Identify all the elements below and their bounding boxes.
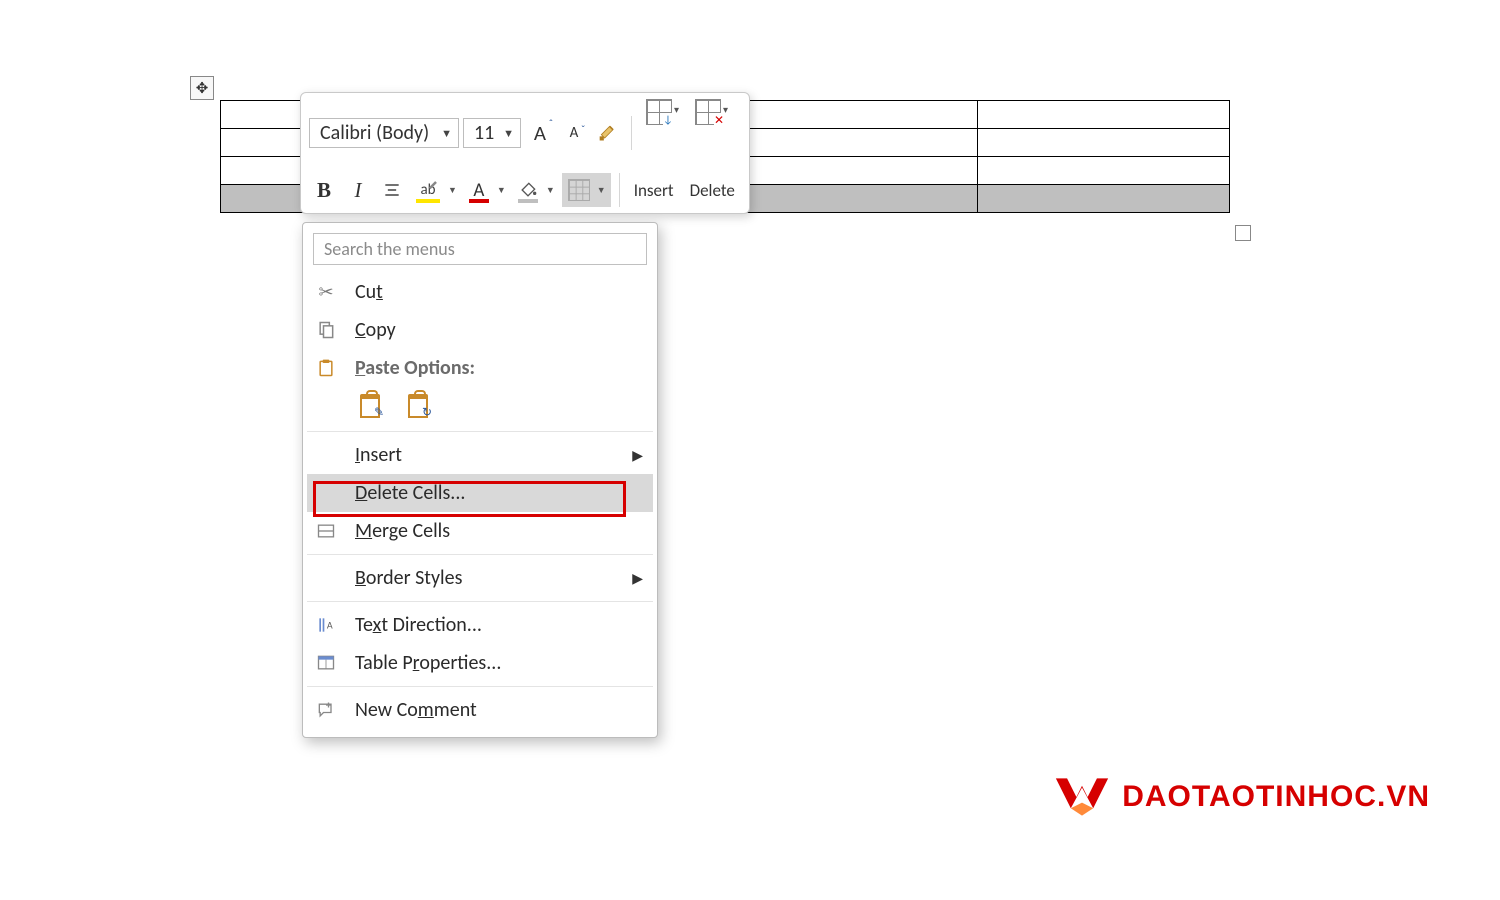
borders-icon <box>568 179 590 201</box>
menu-item-border-styles[interactable]: Border Styles ▶ <box>307 559 653 597</box>
menu-item-label: New Comment <box>355 698 643 722</box>
table-move-handle[interactable]: ✥ <box>190 76 214 100</box>
merge-cells-icon <box>311 521 341 541</box>
format-painter-button[interactable] <box>593 118 623 148</box>
menu-item-delete-cells[interactable]: Delete Cells... <box>307 474 653 512</box>
chevron-down-icon: ▼ <box>441 127 452 140</box>
bold-icon: B <box>317 178 331 203</box>
menu-item-table-properties[interactable]: Table Properties... <box>307 644 653 682</box>
watermark: DAOTAOTINHOC.VN <box>1054 774 1430 820</box>
copy-icon <box>311 320 341 340</box>
paste-icon <box>311 358 341 378</box>
shrink-font-icon: A <box>570 124 579 142</box>
font-size-value: 11 <box>474 121 494 145</box>
menu-item-cut[interactable]: ✂ Cut <box>307 273 653 311</box>
menu-item-label: Cut <box>355 280 643 304</box>
font-name-value: Calibri (Body) <box>320 121 429 145</box>
context-menu: Search the menus ✂ Cut Copy Paste Option… <box>302 222 658 738</box>
clipboard-keep-icon <box>360 394 380 418</box>
highlight-color-split-button[interactable]: ab ▼ <box>411 175 460 205</box>
menu-item-new-comment[interactable]: New Comment <box>307 691 653 729</box>
chevron-down-icon[interactable]: ▼ <box>543 175 558 205</box>
menu-item-merge-cells[interactable]: Merge Cells <box>307 512 653 550</box>
shading-color-swatch <box>518 199 538 203</box>
mini-toolbar-row-1: Calibri (Body) ▼ 11 ▼ A A <box>309 99 741 167</box>
table-resize-handle[interactable] <box>1235 225 1251 241</box>
highlight-color-button[interactable]: ab <box>411 175 445 205</box>
cut-icon: ✂ <box>311 281 341 303</box>
highlighter-icon <box>427 177 441 191</box>
format-painter-icon <box>598 123 618 143</box>
bold-button[interactable]: B <box>309 175 339 205</box>
align-button[interactable] <box>377 175 407 205</box>
menu-item-label: Merge Cells <box>355 519 643 543</box>
shading-button[interactable] <box>513 175 543 205</box>
table-delete-split-button[interactable]: ▾ <box>689 99 734 167</box>
menu-search-input[interactable]: Search the menus <box>313 233 647 265</box>
menu-item-insert[interactable]: Insert ▶ <box>307 436 653 474</box>
delete-label: Delete <box>690 180 735 201</box>
toolbar-separator <box>631 116 632 150</box>
font-size-select[interactable]: 11 ▼ <box>463 118 521 148</box>
chevron-down-icon[interactable]: ▼ <box>594 175 609 205</box>
submenu-arrow-icon: ▶ <box>632 447 643 464</box>
delete-button[interactable]: Delete <box>684 180 741 201</box>
shading-split-button[interactable]: ▼ <box>513 175 558 205</box>
italic-icon: I <box>355 178 362 203</box>
watermark-text: DAOTAOTINHOC.VN <box>1122 780 1430 814</box>
menu-item-label: Copy <box>355 318 643 342</box>
clipboard-merge-icon <box>408 394 428 418</box>
highlight-color-swatch <box>416 199 440 203</box>
toolbar-separator <box>619 173 620 207</box>
svg-text:A: A <box>327 618 333 631</box>
chevron-down-icon[interactable]: ▼ <box>445 175 460 205</box>
mini-toolbar-row-2: B I ab ▼ A <box>309 173 741 207</box>
text-direction-icon: A <box>311 615 341 635</box>
table-properties-icon <box>311 653 341 673</box>
italic-button[interactable]: I <box>343 175 373 205</box>
menu-separator <box>307 554 653 555</box>
table-delete-icon <box>695 99 721 125</box>
font-color-split-button[interactable]: A ▼ <box>464 175 509 205</box>
insert-label: Insert <box>634 180 674 201</box>
font-color-swatch <box>469 199 489 203</box>
font-color-button[interactable]: A <box>464 175 494 205</box>
align-center-icon <box>382 180 402 200</box>
menu-separator <box>307 686 653 687</box>
watermark-logo-icon <box>1054 774 1110 820</box>
paste-keep-source-button[interactable] <box>355 391 385 421</box>
new-comment-icon <box>311 700 341 720</box>
paint-bucket-icon <box>518 180 538 200</box>
font-name-select[interactable]: Calibri (Body) ▼ <box>309 118 459 148</box>
menu-item-paste-options: Paste Options: <box>307 349 653 387</box>
menu-item-copy[interactable]: Copy <box>307 311 653 349</box>
chevron-down-icon: ▼ <box>503 127 514 140</box>
submenu-arrow-icon: ▶ <box>632 570 643 587</box>
menu-item-label: Paste Options: <box>355 356 643 380</box>
borders-button[interactable] <box>564 175 594 205</box>
paste-options-row <box>307 387 653 432</box>
table-insert-icon <box>646 99 672 125</box>
menu-item-label: Delete Cells... <box>355 481 643 505</box>
menu-separator <box>307 601 653 602</box>
paste-merge-button[interactable] <box>403 391 433 421</box>
chevron-down-icon: ▾ <box>674 103 679 116</box>
insert-button[interactable]: Insert <box>628 180 680 201</box>
menu-item-label: Insert <box>355 443 618 467</box>
grow-font-icon: A <box>534 120 546 146</box>
menu-item-label: Text Direction... <box>355 613 643 637</box>
menu-item-label: Border Styles <box>355 566 618 590</box>
menu-item-label: Table Properties... <box>355 651 643 675</box>
mini-toolbar: Calibri (Body) ▼ 11 ▼ A A <box>300 92 750 214</box>
chevron-down-icon[interactable]: ▼ <box>494 175 509 205</box>
shrink-font-button[interactable]: A <box>559 118 589 148</box>
grow-font-button[interactable]: A <box>525 118 555 148</box>
menu-item-text-direction[interactable]: A Text Direction... <box>307 606 653 644</box>
borders-split-button[interactable]: ▼ <box>562 173 611 207</box>
table-insert-split-button[interactable]: ▾ <box>640 99 685 167</box>
